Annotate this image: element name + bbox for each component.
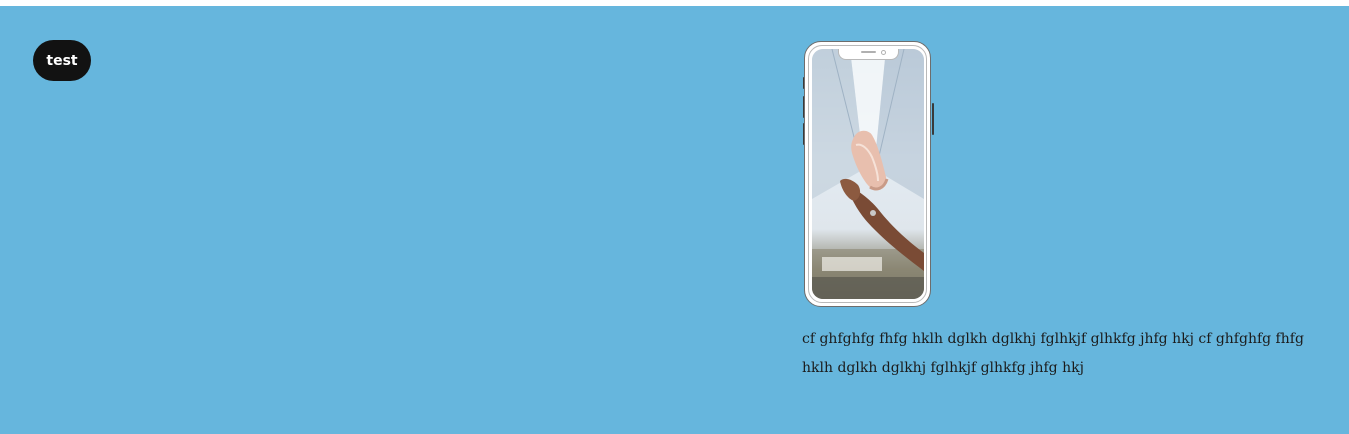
sneaker-photo — [812, 49, 924, 299]
phone-notch — [838, 49, 899, 60]
background-structure — [822, 257, 882, 271]
hand-shape — [840, 178, 861, 201]
page-background: test cf ghfghfg fhfg hklh dglkh dglkhj f… — [0, 6, 1349, 434]
floor-dark — [812, 277, 924, 299]
speaker-icon — [861, 51, 876, 53]
phone-mockup — [803, 41, 934, 309]
phone-side-button-right — [932, 103, 934, 135]
camera-icon — [881, 50, 886, 55]
test-button[interactable]: test — [33, 40, 91, 81]
bracelet-shape — [870, 210, 876, 216]
phone-screen-image — [812, 49, 924, 299]
caption-text: cf ghfghfg fhfg hklh dglkh dglkhj fglhkj… — [802, 331, 1304, 376]
